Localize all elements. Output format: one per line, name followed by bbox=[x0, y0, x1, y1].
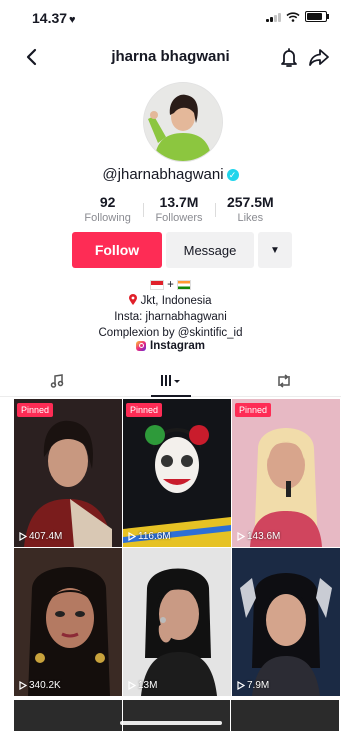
notifications-button[interactable] bbox=[277, 45, 301, 69]
play-outline-icon bbox=[128, 532, 136, 541]
top-navigation: jharna bhagwani bbox=[0, 40, 341, 74]
play-outline-icon bbox=[128, 681, 136, 690]
follow-button[interactable]: Follow bbox=[72, 232, 162, 268]
music-note-icon bbox=[50, 374, 64, 388]
stat-value: 92 bbox=[99, 194, 116, 210]
video-thumbnail bbox=[123, 399, 231, 547]
profile-stats: 92 Following 13.7M Followers 257.5M Like… bbox=[72, 194, 286, 228]
username-row: @jharnabhagwani ✓ bbox=[0, 166, 341, 183]
bio-complexion: Complexion by @skintific_id bbox=[98, 327, 243, 339]
stat-label: Following bbox=[84, 212, 131, 224]
bio-location: Jkt, Indonesia bbox=[0, 294, 341, 309]
avatar[interactable] bbox=[143, 82, 223, 162]
instagram-link-label: Instagram bbox=[150, 340, 205, 352]
view-count: 13M bbox=[128, 680, 157, 691]
battery-icon bbox=[305, 11, 329, 22]
pinned-badge: Pinned bbox=[126, 403, 163, 417]
video-grid: Pinned 407.4M Pinned 116.6M Pinned 143.6… bbox=[14, 399, 340, 696]
bio: + Jkt, Indonesia Insta: jharnabhagwani C… bbox=[0, 278, 341, 342]
video-tile[interactable]: 7.9M bbox=[232, 548, 340, 696]
instagram-link[interactable]: Instagram bbox=[0, 340, 341, 352]
stat-following[interactable]: 92 Following bbox=[72, 194, 143, 228]
wifi-icon bbox=[286, 11, 300, 22]
video-tile[interactable]: 340.2K bbox=[14, 548, 122, 696]
bio-flags: + bbox=[0, 278, 341, 293]
flag-separator: + bbox=[167, 279, 174, 291]
video-tile[interactable]: Pinned 143.6M bbox=[232, 399, 340, 547]
video-thumbnail bbox=[14, 399, 122, 547]
signal-icon bbox=[266, 12, 281, 22]
status-icons bbox=[266, 11, 329, 22]
home-indicator[interactable] bbox=[120, 721, 222, 725]
heart-icon: ♥ bbox=[69, 14, 76, 26]
tab-videos[interactable] bbox=[114, 366, 228, 397]
username: @jharnabhagwani bbox=[102, 166, 224, 183]
play-outline-icon bbox=[19, 681, 27, 690]
share-button[interactable] bbox=[307, 45, 331, 69]
view-count: 7.9M bbox=[237, 680, 269, 691]
video-tile[interactable]: 13M bbox=[123, 548, 231, 696]
message-button[interactable]: Message bbox=[166, 232, 254, 268]
tab-sounds[interactable] bbox=[0, 366, 114, 396]
bell-icon bbox=[281, 48, 297, 67]
bio-insta: Insta: jharnabhagwani bbox=[114, 311, 227, 323]
video-thumbnail bbox=[232, 548, 340, 696]
video-tile-partial[interactable] bbox=[122, 700, 231, 731]
pinned-badge: Pinned bbox=[235, 403, 272, 417]
video-tile[interactable]: Pinned 116.6M bbox=[123, 399, 231, 547]
view-count: 116.6M bbox=[128, 531, 171, 542]
stat-label: Followers bbox=[155, 212, 203, 224]
status-time: 14.37 ♥ bbox=[32, 10, 76, 26]
video-thumbnail bbox=[123, 548, 231, 696]
stat-value: 257.5M bbox=[226, 194, 274, 210]
video-tile-partial[interactable] bbox=[14, 700, 122, 731]
stat-label: Likes bbox=[237, 212, 264, 224]
indonesia-flag-icon bbox=[149, 279, 164, 290]
location-pin-icon bbox=[129, 294, 138, 305]
pinned-badge: Pinned bbox=[17, 403, 54, 417]
video-grid-next-row bbox=[14, 700, 340, 731]
instagram-icon bbox=[136, 340, 147, 351]
video-thumbnail bbox=[14, 548, 122, 696]
stat-value: 13.7M bbox=[159, 194, 199, 210]
video-thumbnail bbox=[232, 399, 340, 547]
grid-icon bbox=[160, 375, 180, 386]
video-tile[interactable]: Pinned 407.4M bbox=[14, 399, 122, 547]
view-count: 143.6M bbox=[237, 531, 280, 542]
stat-followers[interactable]: 13.7M Followers bbox=[143, 194, 214, 228]
repost-icon bbox=[278, 374, 290, 388]
play-outline-icon bbox=[237, 681, 245, 690]
play-outline-icon bbox=[19, 532, 27, 541]
video-tile-partial[interactable] bbox=[231, 700, 340, 731]
avatar-photo bbox=[144, 83, 222, 161]
stat-likes[interactable]: 257.5M Likes bbox=[214, 194, 286, 228]
action-buttons: Follow Message ▼ bbox=[72, 232, 294, 268]
play-outline-icon bbox=[237, 532, 245, 541]
caret-down-icon: ▼ bbox=[270, 244, 280, 256]
india-flag-icon bbox=[177, 279, 192, 290]
view-count: 407.4M bbox=[19, 531, 62, 542]
view-count: 340.2K bbox=[19, 680, 61, 691]
verified-badge-icon: ✓ bbox=[226, 169, 239, 182]
share-arrow-icon bbox=[309, 49, 329, 66]
profile-tabs bbox=[0, 366, 341, 397]
tab-reposts[interactable] bbox=[227, 366, 341, 396]
status-bar: 14.37 ♥ bbox=[0, 0, 341, 36]
location-text: Jkt, Indonesia bbox=[140, 295, 212, 307]
more-options-button[interactable]: ▼ bbox=[258, 232, 292, 268]
